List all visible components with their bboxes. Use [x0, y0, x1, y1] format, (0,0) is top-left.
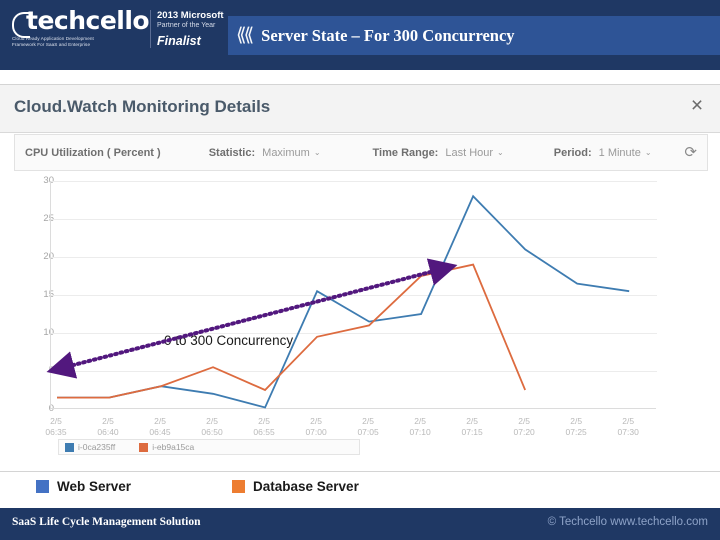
- x-axis-tick-label: 2/5 06:50: [201, 416, 223, 437]
- period-value[interactable]: 1 Minute: [599, 147, 641, 159]
- x-axis-tick-label: 2/5 06:45: [149, 416, 171, 437]
- statistic-value[interactable]: Maximum: [262, 147, 310, 159]
- time-range-value[interactable]: Last Hour: [445, 147, 493, 159]
- award-line-1: 2013 Microsoft: [157, 10, 224, 21]
- logo-brand: techcello: [26, 6, 150, 35]
- logo: techcello Cloud Ready Application Develo…: [10, 8, 150, 64]
- slide-title-bar: ⟪⟪ Server State – For 300 Concurrency: [228, 16, 720, 55]
- legend-item-web-server: Web Server: [36, 479, 131, 494]
- legend-item-database-server: Database Server: [232, 479, 359, 494]
- x-axis-tick-label: 2/5 07:15: [461, 416, 483, 437]
- time-range-label: Time Range:: [372, 146, 439, 159]
- instance-legend-swatch-2: [139, 442, 149, 452]
- award-status: Finalist: [157, 34, 201, 48]
- chevron-down-icon-time-range[interactable]: ⌄: [497, 148, 504, 157]
- cloudwatch-panel: Cloud.Watch Monitoring Details × CPU Uti…: [0, 84, 720, 472]
- chart-instance-legend: i-0ca235ff i-eb9a15ca: [58, 439, 360, 455]
- instance-legend-swatch-1: [65, 442, 74, 452]
- footer-tagline: SaaS Life Cycle Management Solution: [12, 516, 201, 528]
- footer-copyright: © Techcello www.techcello.com: [547, 516, 708, 528]
- chevron-down-icon-statistic[interactable]: ⌄: [314, 148, 321, 157]
- panel-header: Cloud.Watch Monitoring Details ×: [0, 85, 720, 133]
- chart-annotation: 0 to 300 Concurrency: [164, 333, 294, 348]
- legend-label-database-server: Database Server: [253, 479, 359, 494]
- instance-legend-label-2[interactable]: i-eb9a15ca: [152, 442, 194, 452]
- page-footer: SaaS Life Cycle Management Solution © Te…: [0, 508, 720, 540]
- metric-label: CPU Utilization ( Percent ): [25, 146, 161, 159]
- x-axis-tick-label: 2/5 07:05: [357, 416, 379, 437]
- logo-swoosh-icon: [12, 12, 30, 38]
- series-line-1: [57, 263, 526, 399]
- x-axis-tick-label: 2/5 06:35: [45, 416, 67, 437]
- page-title: Server State – For 300 Concurrency: [261, 25, 515, 45]
- chevron-left-icon: ⟪⟪: [236, 25, 254, 46]
- chevron-down-icon-period[interactable]: ⌄: [645, 148, 652, 157]
- logo-tagline-line-2: Framework For SaaS and Enterprise: [12, 42, 91, 48]
- x-axis-tick-label: 2/5 07:30: [617, 416, 639, 437]
- series-lines: [57, 194, 630, 409]
- x-axis-tick-label: 2/5 07:25: [565, 416, 587, 437]
- x-axis-tick-label: 2/5 07:10: [409, 416, 431, 437]
- chart-legend: Web Server Database Server: [0, 474, 720, 504]
- period-label: Period:: [553, 146, 592, 159]
- legend-swatch-database-server: [232, 480, 245, 493]
- page-header: techcello Cloud Ready Application Develo…: [0, 0, 720, 70]
- plot-area: [50, 181, 657, 409]
- instance-legend-label-1[interactable]: i-0ca235ff: [78, 442, 115, 452]
- legend-swatch-web-server: [36, 480, 49, 493]
- award-line-2: Partner of the Year: [157, 22, 216, 29]
- statistic-label: Statistic:: [208, 146, 256, 159]
- award-badge: 2013 Microsoft Partner of the Year Final…: [150, 10, 237, 48]
- legend-label-web-server: Web Server: [57, 479, 132, 494]
- x-axis-tick-label: 2/5 06:40: [97, 416, 119, 437]
- chart-toolbar: CPU Utilization ( Percent ) Statistic: M…: [14, 134, 708, 171]
- cpu-utilization-chart: 051015202530 2/506:352/506:402/506:452/5…: [14, 173, 706, 455]
- series-line-0: [57, 194, 630, 409]
- close-icon[interactable]: ×: [686, 95, 708, 117]
- x-axis-tick-label: 2/5 07:00: [305, 416, 327, 437]
- x-axis-tick-label: 2/5 06:55: [253, 416, 275, 437]
- x-axis-tick-label: 2/5 07:20: [513, 416, 535, 437]
- refresh-icon[interactable]: ⟳: [684, 143, 697, 161]
- panel-title: Cloud.Watch Monitoring Details: [14, 97, 271, 116]
